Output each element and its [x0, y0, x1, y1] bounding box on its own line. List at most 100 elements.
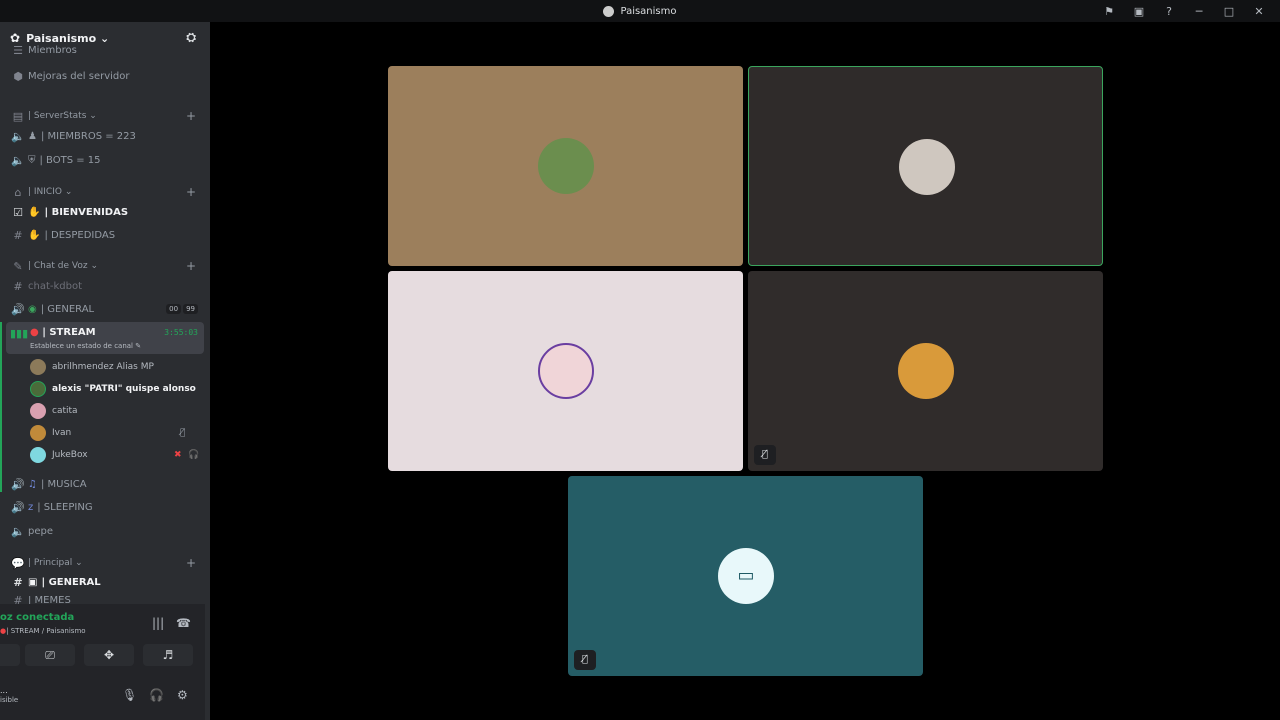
mic-emoji-icon: ✎ — [13, 259, 23, 273]
channel-general-voice[interactable]: 🔊 ◉ | GENERAL 00 99 — [0, 299, 210, 319]
minimize-icon[interactable]: ─ — [1184, 5, 1214, 18]
red-dot-emoji-icon: ● — [30, 327, 39, 338]
avatar — [30, 447, 46, 463]
channel-pepe[interactable]: 🔈 pepe — [0, 521, 210, 541]
settings-gear-icon[interactable]: ⚙ — [177, 688, 188, 702]
channel-chat-kdbot[interactable]: # chat-kdbot — [0, 276, 210, 296]
voice-connection-panel: oz conectada ●| STREAM / Paisanismo ||| … — [0, 604, 205, 720]
avatar — [30, 359, 46, 375]
speaker-locked-icon: 🔈 — [11, 129, 25, 143]
microphone-icon[interactable]: 🎙 — [122, 688, 137, 702]
avatar — [30, 403, 46, 419]
channel-memes[interactable]: # | MEMES — [0, 596, 210, 604]
server-muted-icon: 🎙̸ — [574, 650, 596, 670]
add-channel-icon[interactable]: + — [186, 185, 196, 199]
server-muted-icon: ✖ — [174, 450, 182, 460]
chart-icon: ▤ — [12, 109, 24, 123]
maximize-icon[interactable]: □ — [1214, 5, 1244, 18]
participant-tile-abrilhmendez[interactable] — [388, 66, 743, 266]
channel-sleeping[interactable]: 🔊 z | SLEEPING — [0, 497, 210, 517]
channel-general-text[interactable]: # ▣ | GENERAL — [0, 572, 210, 592]
avatar — [30, 425, 46, 441]
channel-status-prompt[interactable]: Establece un estado de canal ✎ — [30, 342, 141, 350]
add-channel-icon[interactable]: + — [186, 259, 196, 273]
speaker-icon: 🔊 — [11, 302, 25, 316]
channel-miembros-count[interactable]: 🔈 ♟ | MIEMBROS = 223 — [0, 126, 210, 146]
speaker-icon: 🔊 — [11, 500, 25, 514]
avatar — [538, 343, 594, 399]
category-serverstats[interactable]: ▤ | ServerStats ⌄ + — [0, 108, 210, 124]
username[interactable]: ... — [0, 686, 8, 695]
soundboard-button[interactable]: ♬ — [143, 644, 193, 666]
disconnect-icon[interactable]: ☎ — [176, 616, 191, 630]
voice-user[interactable]: catita — [30, 401, 78, 421]
avatar: ▭ — [718, 548, 774, 604]
music-emoji-icon: ♫ — [28, 478, 37, 490]
members-icon: ☰ — [13, 44, 23, 56]
speaker-icon: 🔊 — [11, 477, 25, 491]
avatar — [899, 139, 955, 195]
voice-location[interactable]: ●| STREAM / Paisanismo — [0, 627, 86, 635]
channel-miembros[interactable]: ☰ Miembros — [0, 44, 210, 56]
voice-user[interactable]: alexis "PATRI" quispe alonso — [30, 379, 196, 399]
hash-icon: # — [13, 228, 23, 242]
user-limit-badge: 00 99 — [164, 304, 198, 314]
channel-stream-active[interactable]: ▮▮▮ ● | STREAM 3:55:03 Establece un esta… — [6, 322, 204, 354]
hand-emoji-icon: ✋ — [28, 229, 41, 241]
rules-icon: ☑ — [13, 205, 23, 219]
speaker-locked-icon: 🔈 — [11, 153, 25, 167]
shield-icon: ⛨ — [28, 154, 36, 166]
voice-user[interactable]: abrilhmendez Alias MP — [30, 357, 154, 377]
speech-bubble-icon: 💬 — [11, 556, 25, 570]
invite-icon[interactable]: ⛭ — [186, 30, 196, 45]
stream-timer: 3:55:03 — [164, 328, 198, 337]
category-inicio[interactable]: ⌂ | INICIO ⌄ + — [0, 184, 210, 200]
share-screen-button[interactable]: ⎚ — [25, 644, 75, 666]
participant-tile-catita[interactable] — [388, 271, 743, 471]
avatar — [30, 381, 46, 397]
camera-button[interactable] — [0, 644, 20, 666]
avatar — [538, 138, 594, 194]
help-icon[interactable]: ? — [1154, 5, 1184, 18]
inbox-icon[interactable]: ▣ — [1124, 5, 1154, 18]
stream-channel-name: ● | STREAM — [30, 327, 96, 338]
muted-mic-icon: 🎙̸ — [754, 445, 776, 465]
window-title: Paisanismo — [603, 5, 677, 17]
user-status: isible — [0, 696, 19, 704]
participant-tile-alexis[interactable] — [748, 66, 1103, 266]
category-principal[interactable]: 💬 | Principal ⌄ + — [0, 555, 210, 571]
add-channel-icon[interactable]: + — [186, 556, 196, 570]
participant-tile-jukebox[interactable]: ▭ 🎙̸ — [568, 476, 923, 676]
flag-icon[interactable]: ⚑ — [1094, 5, 1124, 18]
noise-suppression-icon[interactable]: ||| — [152, 616, 164, 630]
participant-tile-ivan[interactable]: 🎙̸ — [748, 271, 1103, 471]
window-controls: ⚑ ▣ ? ─ □ ✕ — [1094, 0, 1274, 22]
globe-emoji-icon: ◉ — [28, 303, 37, 315]
channel-boosts[interactable]: ⬢ Mejoras del servidor — [0, 66, 210, 86]
wave-emoji-icon: ✋ — [28, 206, 41, 218]
speaker-locked-icon: 🔈 — [11, 524, 25, 538]
channel-despedidas[interactable]: # ✋ | DESPEDIDAS — [0, 225, 210, 245]
active-indicator — [0, 322, 2, 492]
hash-icon: # — [13, 596, 23, 604]
category-chat-de-voz[interactable]: ✎ | Chat de Voz ⌄ + — [0, 258, 210, 274]
activities-button[interactable]: ✥ — [84, 644, 134, 666]
add-channel-icon[interactable]: + — [186, 109, 196, 123]
channel-bienvenidas[interactable]: ☑ ✋ | BIENVENIDAS — [0, 202, 210, 222]
chat-emoji-icon: ▣ — [28, 576, 38, 588]
title-bar: Paisanismo ⚑ ▣ ? ─ □ ✕ — [0, 0, 1280, 22]
voice-status[interactable]: oz conectada — [0, 612, 74, 623]
voice-user[interactable]: Ivan 🎙̸ — [30, 423, 200, 443]
server-gear-icon: ✿ — [10, 31, 21, 45]
hash-icon: # — [13, 279, 23, 293]
hash-icon: # — [13, 575, 23, 589]
avatar — [898, 343, 954, 399]
channel-bots-count[interactable]: 🔈 ⛨ | BOTS = 15 — [0, 150, 210, 170]
home-icon: ⌂ — [14, 185, 22, 199]
zzz-emoji-icon: z — [28, 501, 34, 513]
voice-user[interactable]: JukeBox ✖ 🎧 — [30, 445, 200, 465]
close-icon[interactable]: ✕ — [1244, 5, 1274, 18]
headphones-icon[interactable]: 🎧 — [149, 688, 164, 702]
deafened-icon: 🎧 — [188, 450, 200, 460]
channel-musica[interactable]: 🔊 ♫ | MUSICA — [0, 474, 210, 494]
